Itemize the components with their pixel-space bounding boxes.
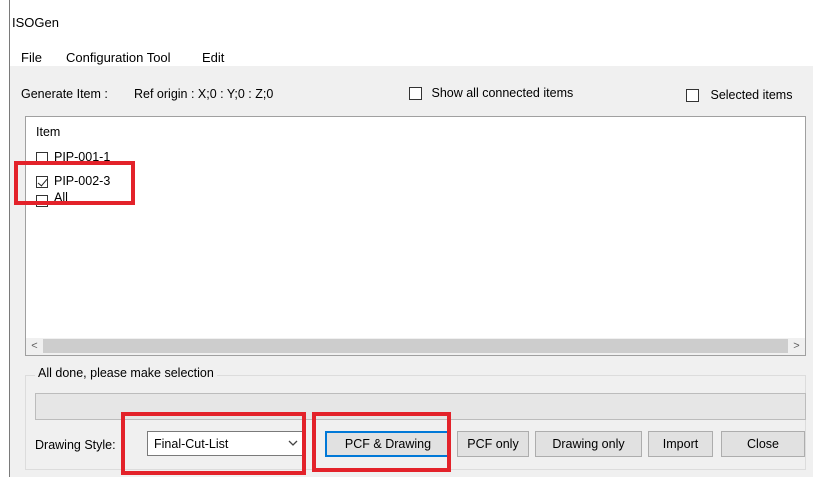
list-item-label: PIP-001-1	[54, 150, 111, 162]
chevron-left-icon[interactable]: <	[26, 338, 43, 355]
selected-items-checkbox[interactable]: Selected items	[686, 88, 793, 103]
drawing-only-button[interactable]: Drawing only	[535, 431, 642, 457]
status-message: All done, please make selection	[35, 366, 217, 380]
close-button[interactable]: Close	[721, 431, 805, 457]
menu-configuration-tool[interactable]: Configuration Tool	[66, 50, 171, 65]
show-all-connected-label: Show all connected items	[431, 86, 574, 100]
menu-file[interactable]: File	[21, 50, 42, 65]
progress-bar	[35, 393, 806, 420]
ref-origin-label: Ref origin : X;0 : Y;0 : Z;0	[134, 87, 274, 101]
list-item-label: All	[54, 190, 68, 205]
generate-item-label: Generate Item :	[21, 87, 108, 101]
list-item-pip-002-3[interactable]: PIP-002-3	[36, 174, 110, 188]
list-item-all[interactable]: All	[36, 189, 68, 209]
selected-items-checkbox-box[interactable]	[686, 89, 699, 103]
title-bar: ISOGen	[10, 0, 813, 37]
show-all-connected-checkbox[interactable]: Show all connected items	[409, 86, 574, 101]
list-item-pip-001-1[interactable]: PIP-001-1	[36, 150, 110, 162]
chevron-down-icon[interactable]	[288, 436, 298, 453]
chevron-right-icon[interactable]: >	[788, 338, 805, 355]
pcf-drawing-button[interactable]: PCF & Drawing	[325, 431, 451, 457]
import-button[interactable]: Import	[648, 431, 713, 457]
drawing-style-label: Drawing Style:	[35, 438, 116, 452]
scrollbar-thumb[interactable]	[43, 339, 788, 353]
isogen-window: ISOGen File Configuration Tool Edit Gene…	[9, 0, 813, 477]
list-header-item: Item	[36, 125, 61, 139]
list-item-checkbox[interactable]	[36, 151, 48, 162]
drawing-style-select[interactable]: Final-Cut-List	[147, 431, 305, 456]
show-all-checkbox-box[interactable]	[409, 87, 422, 101]
drawing-style-value: Final-Cut-List	[154, 437, 229, 451]
list-item-checkbox[interactable]	[36, 175, 48, 188]
items-listbox[interactable]: Item PIP-001-1 PIP-002-3 All < >	[25, 116, 806, 356]
list-item-checkbox[interactable]	[36, 195, 48, 207]
list-item-label: PIP-002-3	[54, 174, 111, 188]
window-title: ISOGen	[12, 15, 59, 30]
menu-bar: File Configuration Tool Edit	[10, 37, 813, 66]
selected-items-label: Selected items	[710, 88, 793, 102]
pcf-only-button[interactable]: PCF only	[457, 431, 529, 457]
menu-edit[interactable]: Edit	[202, 50, 224, 65]
horizontal-scrollbar[interactable]: < >	[26, 338, 805, 355]
